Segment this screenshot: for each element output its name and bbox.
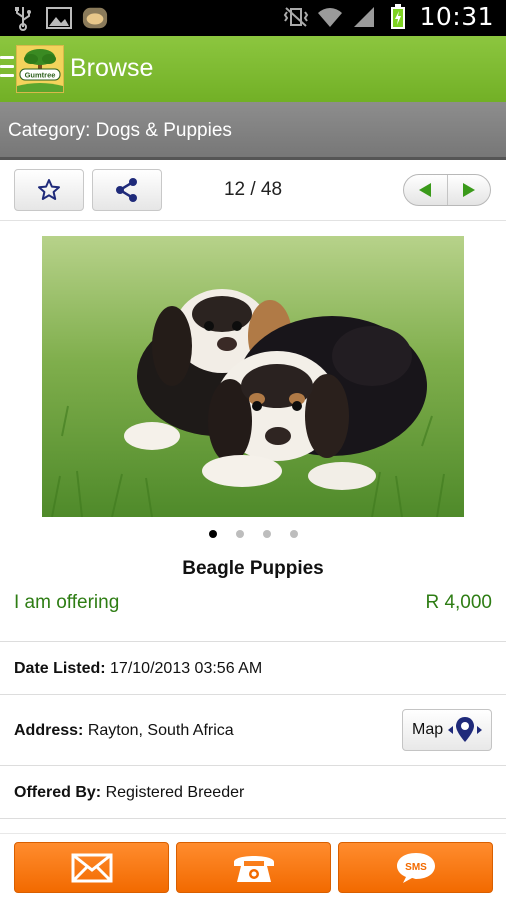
map-button-label: Map (412, 721, 444, 738)
map-pin-icon (448, 717, 483, 742)
image-icon (46, 5, 72, 31)
arrow-right-icon (462, 183, 475, 197)
status-bar: 10:31 (0, 0, 506, 36)
notification-thumb-icon (82, 5, 108, 31)
divider (0, 833, 506, 834)
sms-label: SMS (405, 862, 427, 873)
call-button[interactable] (176, 842, 331, 893)
pager-dot-4[interactable] (289, 530, 298, 538)
sms-button[interactable]: SMS (338, 842, 493, 893)
email-button[interactable] (14, 842, 169, 893)
email-icon (71, 853, 112, 882)
listing-price: R 4,000 (425, 592, 492, 613)
usb-icon (10, 5, 36, 31)
wifi-icon (317, 4, 343, 30)
pager-dot-2[interactable] (235, 530, 244, 538)
divider (0, 694, 506, 695)
battery-charging-icon (385, 3, 411, 30)
category-label: Category: Dogs & Puppies (8, 120, 232, 141)
offered-by-row: Offered By: Registered Breeder (14, 784, 244, 802)
offered-by-value: Registered Breeder (105, 784, 245, 801)
listing-toolbar: 12 / 48 (0, 161, 506, 221)
image-pager-dots (0, 530, 506, 538)
address-row: Address: Rayton, South Africa (14, 722, 234, 740)
divider (0, 765, 506, 766)
page-title: Browse (70, 54, 154, 82)
map-button[interactable]: Map (402, 709, 492, 751)
phone-icon (233, 855, 274, 882)
date-listed-row: Date Listed: 17/10/2013 03:56 AM (14, 660, 262, 678)
listing-title: Beagle Puppies (182, 558, 324, 579)
address-value: Rayton, South Africa (87, 722, 234, 739)
category-bar: Category: Dogs & Puppies (0, 102, 506, 160)
signal-icon (351, 4, 377, 30)
date-listed-value: 17/10/2013 03:56 AM (110, 660, 263, 677)
offer-type: I am offering (14, 592, 120, 613)
divider (0, 818, 506, 819)
gumtree-logo[interactable]: Gumtree (16, 45, 64, 93)
prev-next-control (403, 174, 491, 206)
pager-dot-3[interactable] (262, 530, 271, 538)
hamburger-icon[interactable] (0, 56, 14, 78)
listing-photo[interactable] (42, 236, 464, 517)
logo-text: Gumtree (25, 71, 56, 80)
address-label: Address: (14, 722, 84, 739)
prev-button[interactable] (404, 175, 447, 205)
action-bar: Gumtree Browse (0, 36, 506, 102)
divider (0, 641, 506, 642)
date-listed-label: Date Listed: (14, 660, 106, 677)
next-button[interactable] (446, 175, 491, 205)
offered-by-label: Offered By: (14, 784, 102, 801)
arrow-left-icon (419, 183, 432, 197)
sms-icon: SMS (396, 852, 435, 883)
vibrate-icon (283, 4, 309, 30)
clock: 10:31 (419, 2, 494, 31)
pager-dot-1[interactable] (208, 530, 217, 538)
